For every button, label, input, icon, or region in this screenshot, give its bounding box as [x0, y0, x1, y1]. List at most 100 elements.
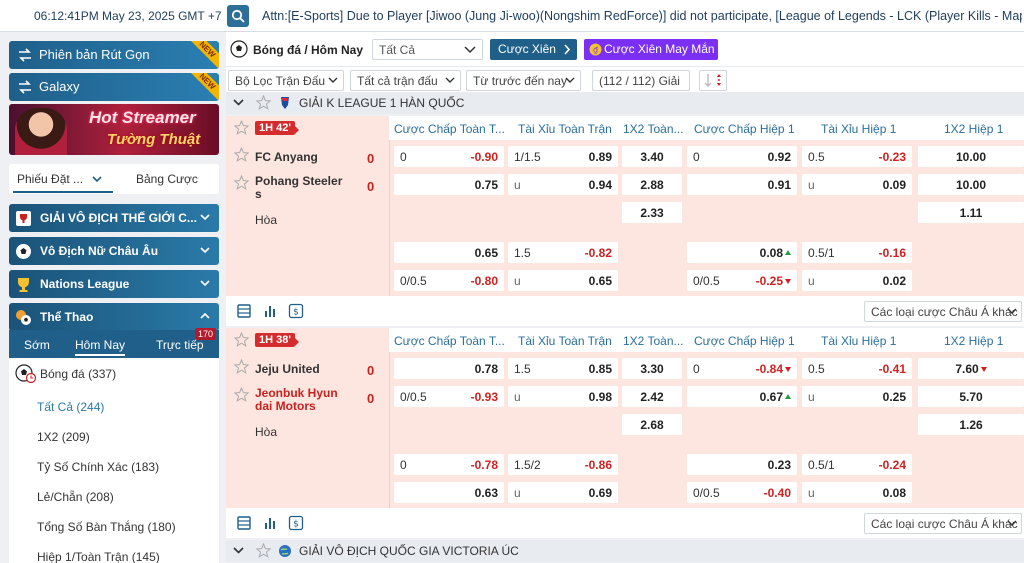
odds-cell[interactable]: 0/0.5 -0.40: [687, 482, 797, 503]
odds-cell[interactable]: 0.65: [394, 242, 504, 263]
section-world-championship[interactable]: GIẢI VÔ ĐỊCH THẾ GIỚI C...: [9, 204, 219, 232]
draw-label: Hòa: [255, 213, 278, 227]
market-select[interactable]: Tất Cả: [372, 39, 483, 60]
lucky-parlay-button[interactable]: ₫ Cược Xiên May Mắn: [584, 39, 718, 60]
league-name: GIẢI K LEAGUE 1 HÀN QUỐC: [299, 96, 465, 110]
odds-cell[interactable]: 0.63: [394, 482, 504, 503]
swap-icon: [19, 80, 31, 94]
odds-cell[interactable]: 0.5 -0.41: [802, 358, 912, 379]
tab-live[interactable]: Trực tiếp: [156, 338, 204, 352]
hot-streamer-banner[interactable]: Hot Streamer Tường Thuật: [9, 104, 219, 155]
galaxy-button[interactable]: Galaxy NEW: [9, 73, 219, 101]
more-asian-bets-dropdown[interactable]: Các loại cược Châu Á khác: [864, 513, 1022, 534]
tab-early[interactable]: Sớm: [24, 338, 50, 352]
odds-cell[interactable]: 2.88: [622, 174, 682, 195]
star-icon[interactable]: [234, 332, 249, 347]
more-asian-bets-dropdown[interactable]: Các loại cược Châu Á khác: [864, 301, 1022, 322]
star-icon[interactable]: [234, 175, 249, 190]
odds-cell[interactable]: 1.26: [918, 414, 1024, 435]
odds-cell[interactable]: 0 -0.90: [394, 146, 504, 167]
stats-chart-icon[interactable]: [262, 303, 278, 319]
odds-cell[interactable]: 0/0.5 -0.80: [394, 270, 504, 291]
odds-cell[interactable]: 0/0.5 -0.93: [394, 386, 504, 407]
odds-cell[interactable]: 2.42: [622, 386, 682, 407]
odds-cell[interactable]: 0/0.5 -0.25: [687, 270, 797, 291]
odds-cell[interactable]: 0 -0.78: [394, 454, 504, 475]
odds-cell[interactable]: 3.30: [622, 358, 682, 379]
odds-cell[interactable]: u 0.94: [508, 174, 618, 195]
section-nations-league[interactable]: Nations League: [9, 270, 219, 298]
scoreboard-icon[interactable]: [236, 303, 252, 319]
odds-cell[interactable]: 1.5 0.85: [508, 358, 618, 379]
odds-cell[interactable]: 0.91: [687, 174, 797, 195]
league-header[interactable]: GIẢI K LEAGUE 1 HÀN QUỐC: [226, 92, 1024, 114]
announcement-marquee[interactable]: Attn:[E-Sports] Due to Player [Jiwoo (Ju…: [262, 9, 1022, 23]
filter-ht-ft[interactable]: Hiệp 1/Toàn Trận (145): [37, 550, 160, 563]
parlay-button[interactable]: Cược Xiên: [490, 39, 577, 60]
odds-cell[interactable]: 1.5/2 -0.86: [508, 454, 618, 475]
star-icon[interactable]: [234, 359, 249, 374]
tab-today[interactable]: Hôm Nay: [75, 338, 126, 356]
odds-cell[interactable]: 2.68: [622, 414, 682, 435]
odds-cell[interactable]: 10.00: [918, 174, 1024, 195]
match-card: 1H 38' Cược Chấp Toàn T... Tài Xỉu Toàn …: [226, 328, 1024, 514]
star-icon[interactable]: [234, 147, 249, 162]
odds-cell[interactable]: 0.5/1 -0.16: [802, 242, 912, 263]
odds-cell[interactable]: 3.40: [622, 146, 682, 167]
league-count-button[interactable]: (112 / 112) Giải: [592, 70, 690, 91]
filter-odd-even[interactable]: Lẻ/Chẵn (208): [37, 490, 114, 504]
odds-cell[interactable]: 7.60: [918, 358, 1024, 379]
odds-cell[interactable]: u 0.69: [508, 482, 618, 503]
odds-cell[interactable]: u 0.08: [802, 482, 912, 503]
odds-cell[interactable]: 0 0.92: [687, 146, 797, 167]
cash-out-icon[interactable]: $: [288, 303, 304, 319]
search-button[interactable]: [227, 5, 249, 27]
odds-cell[interactable]: 5.70: [918, 386, 1024, 407]
streamer-portrait: [15, 108, 67, 155]
chevron-up-icon: [200, 312, 210, 319]
odds-cell[interactable]: u 0.09: [802, 174, 912, 195]
filter-total-goals[interactable]: Tổng Số Bàn Thắng (180): [37, 520, 176, 534]
all-matches-dropdown[interactable]: Tất cả trận đấu: [350, 70, 461, 91]
odds-cell[interactable]: 2.33: [622, 202, 682, 223]
league-header[interactable]: GIẢI VÔ ĐỊCH QUỐC GIA VICTORIA ÚC: [226, 540, 1024, 562]
odds-cell[interactable]: 0.08: [687, 242, 797, 263]
filter-correct-score[interactable]: Tỷ Số Chính Xác (183): [37, 460, 159, 474]
compact-version-button[interactable]: Phiên bản Rút Gọn NEW: [9, 41, 219, 69]
chevron-down-icon: [1007, 520, 1017, 526]
filter-all[interactable]: Tất Cả (244): [37, 400, 104, 414]
odds-cell[interactable]: 0.67: [687, 386, 797, 407]
section-sports[interactable]: Thể Thao: [9, 303, 219, 331]
tab-bet-table[interactable]: Bảng Cược: [136, 172, 198, 186]
odds-cell[interactable]: u 0.25: [802, 386, 912, 407]
stats-chart-icon[interactable]: [262, 515, 278, 531]
sort-order-button[interactable]: [699, 70, 727, 91]
odds-cell[interactable]: 1.5 -0.82: [508, 242, 618, 263]
sort-time-dropdown[interactable]: Từ trước đến nay: [466, 70, 581, 91]
star-icon[interactable]: [256, 95, 271, 110]
filter-1x2[interactable]: 1X2 (209): [37, 430, 90, 444]
odds-cell[interactable]: u 0.98: [508, 386, 618, 407]
odds-cell[interactable]: 10.00: [918, 146, 1024, 167]
odds-cell[interactable]: 0.23: [687, 454, 797, 475]
match-filter-dropdown[interactable]: Bộ Lọc Trận Đấu: [228, 70, 344, 91]
star-icon[interactable]: [234, 120, 249, 135]
tab-bet-slip[interactable]: Phiếu Đặt ...: [17, 172, 102, 186]
odds-cell[interactable]: 1.11: [918, 202, 1024, 223]
odds-cell[interactable]: 0 -0.84: [687, 358, 797, 379]
odds-cell[interactable]: 0.5 -0.23: [802, 146, 912, 167]
odds-cell[interactable]: 1/1.5 0.89: [508, 146, 618, 167]
sports-panel: Sớm Hôm Nay Trực tiếp 170 Bóng đá (337) …: [9, 328, 219, 563]
odds-cell[interactable]: 0.5/1 -0.24: [802, 454, 912, 475]
section-euro-women[interactable]: Vô Địch Nữ Châu Âu: [9, 237, 219, 265]
odds-cell[interactable]: 0.78: [394, 358, 504, 379]
odds-cell[interactable]: u 0.65: [508, 270, 618, 291]
col-1x2-h1: 1X2 Hiệp 1: [944, 122, 1004, 136]
cash-out-icon[interactable]: $: [288, 515, 304, 531]
match-header-left: [226, 116, 389, 140]
odds-cell[interactable]: u 0.02: [802, 270, 912, 291]
scoreboard-icon[interactable]: [236, 515, 252, 531]
odds-cell[interactable]: 0.75: [394, 174, 504, 195]
star-icon[interactable]: [256, 543, 271, 558]
star-icon[interactable]: [234, 387, 249, 402]
